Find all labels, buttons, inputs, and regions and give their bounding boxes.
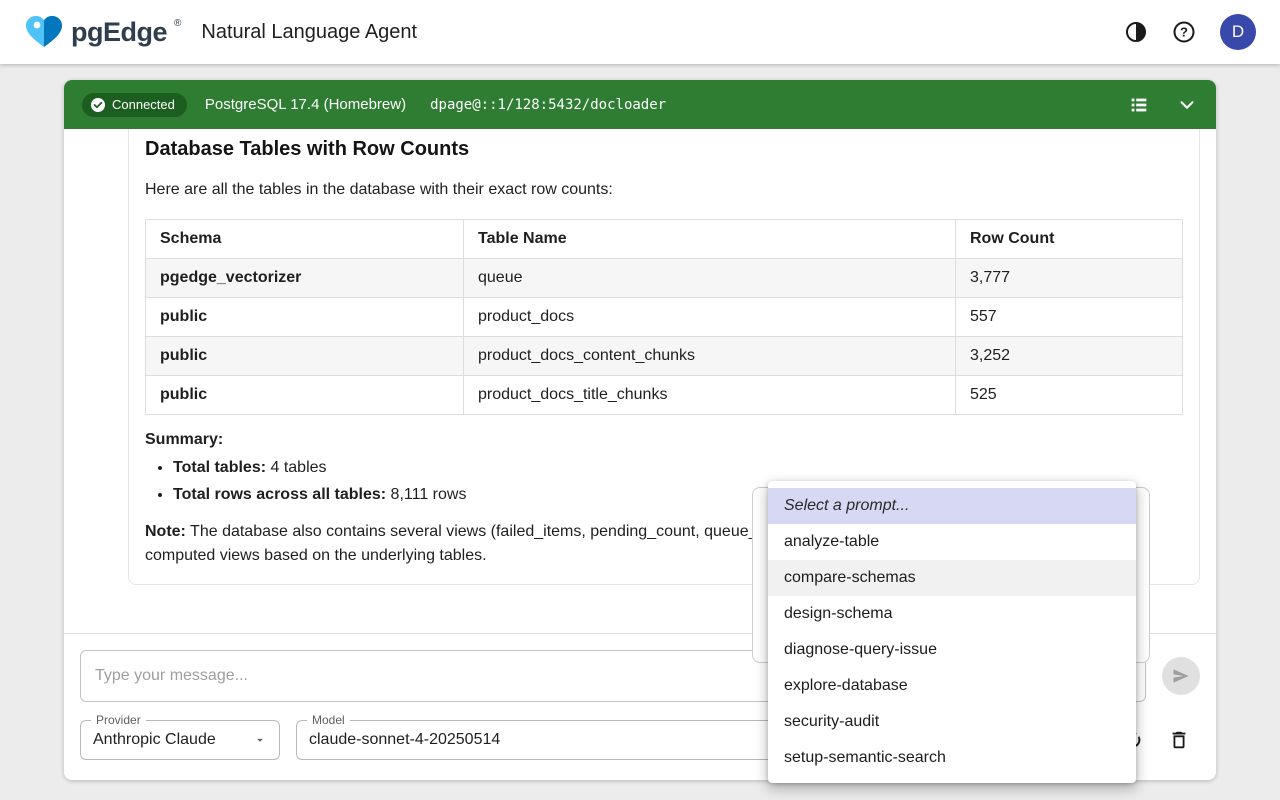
message-heading: Database Tables with Row Counts — [145, 138, 1183, 161]
prompt-menu-item[interactable]: analyze-table — [768, 524, 1136, 560]
connection-status-label: Connected — [112, 97, 175, 112]
table-name-cell: queue — [464, 259, 956, 298]
column-header-row-count: Row Count — [956, 220, 1183, 259]
connection-string: dpage@::1/128:5432/docloader — [430, 97, 666, 113]
table-name-cell: product_docs_content_chunks — [464, 337, 956, 376]
table-name-cell: product_docs — [464, 298, 956, 337]
connection-bar: Connected PostgreSQL 17.4 (Homebrew) dpa… — [64, 80, 1216, 129]
prompt-menu-item[interactable]: compare-schemas — [768, 560, 1136, 596]
connection-collapse-button[interactable] — [1176, 94, 1198, 116]
send-button[interactable] — [1162, 657, 1200, 695]
note-label: Note: — [145, 523, 186, 540]
user-avatar[interactable]: D — [1220, 14, 1256, 50]
app-header: pgEdge ® Natural Language Agent ? D — [0, 0, 1280, 64]
summary-heading: Summary: — [145, 431, 1183, 449]
pgedge-logo-icon — [24, 14, 64, 50]
provider-select-value: Anthropic Claude — [93, 731, 216, 749]
column-header-table-name: Table Name — [464, 220, 956, 259]
table-row: pgedge_vectorizer queue 3,777 — [146, 259, 1183, 298]
registered-mark: ® — [174, 18, 181, 29]
contrast-icon — [1124, 20, 1148, 44]
svg-text:?: ? — [1180, 25, 1188, 40]
prompt-menu-item[interactable]: setup-semantic-search — [768, 740, 1136, 776]
schema-cell: pgedge_vectorizer — [146, 259, 464, 298]
clear-chat-button[interactable] — [1168, 729, 1190, 751]
provider-select[interactable]: Provider Anthropic Claude — [80, 720, 280, 760]
list-icon — [1128, 94, 1150, 116]
schema-cell: public — [146, 376, 464, 415]
list-item: Total tables: 4 tables — [173, 459, 1183, 477]
table-row: public product_docs 557 — [146, 298, 1183, 337]
prompt-menu: Select a prompt... analyze-table compare… — [768, 481, 1136, 783]
prompt-menu-item[interactable]: security-audit — [768, 704, 1136, 740]
row-counts-table: Schema Table Name Row Count pgedge_vecto… — [145, 219, 1183, 415]
model-select-label: Model — [307, 713, 350, 727]
row-count-cell: 557 — [956, 298, 1183, 337]
row-count-cell: 525 — [956, 376, 1183, 415]
dropdown-caret-icon — [253, 733, 267, 747]
prompt-menu-placeholder[interactable]: Select a prompt... — [768, 488, 1136, 524]
connection-status-badge: Connected — [82, 93, 187, 117]
provider-select-label: Provider — [91, 713, 146, 727]
row-count-cell: 3,252 — [956, 337, 1183, 376]
check-circle-icon — [90, 97, 106, 113]
model-select-value: claude-sonnet-4-20250514 — [309, 731, 500, 749]
schema-cell: public — [146, 298, 464, 337]
prompt-menu-item[interactable]: design-schema — [768, 596, 1136, 632]
help-icon: ? — [1172, 20, 1196, 44]
schema-cell: public — [146, 337, 464, 376]
message-intro: Here are all the tables in the database … — [145, 181, 1183, 199]
column-header-schema: Schema — [146, 220, 464, 259]
table-row: public product_docs_title_chunks 525 — [146, 376, 1183, 415]
server-version-label: PostgreSQL 17.4 (Homebrew) — [205, 96, 406, 113]
page-title: Natural Language Agent — [201, 21, 417, 44]
chevron-down-icon — [1176, 94, 1198, 116]
send-icon — [1171, 666, 1191, 686]
prompt-menu-item[interactable]: diagnose-query-issue — [768, 632, 1136, 668]
pgedge-logo-text: pgEdge — [71, 14, 167, 50]
connection-list-button[interactable] — [1128, 94, 1150, 116]
theme-toggle-button[interactable] — [1124, 20, 1148, 44]
table-header-row: Schema Table Name Row Count — [146, 220, 1183, 259]
help-button[interactable]: ? — [1172, 20, 1196, 44]
row-count-cell: 3,777 — [956, 259, 1183, 298]
pgedge-logo: pgEdge ® — [24, 14, 181, 50]
prompt-menu-item[interactable]: explore-database — [768, 668, 1136, 704]
table-name-cell: product_docs_title_chunks — [464, 376, 956, 415]
trash-icon — [1168, 729, 1190, 751]
table-row: public product_docs_content_chunks 3,252 — [146, 337, 1183, 376]
